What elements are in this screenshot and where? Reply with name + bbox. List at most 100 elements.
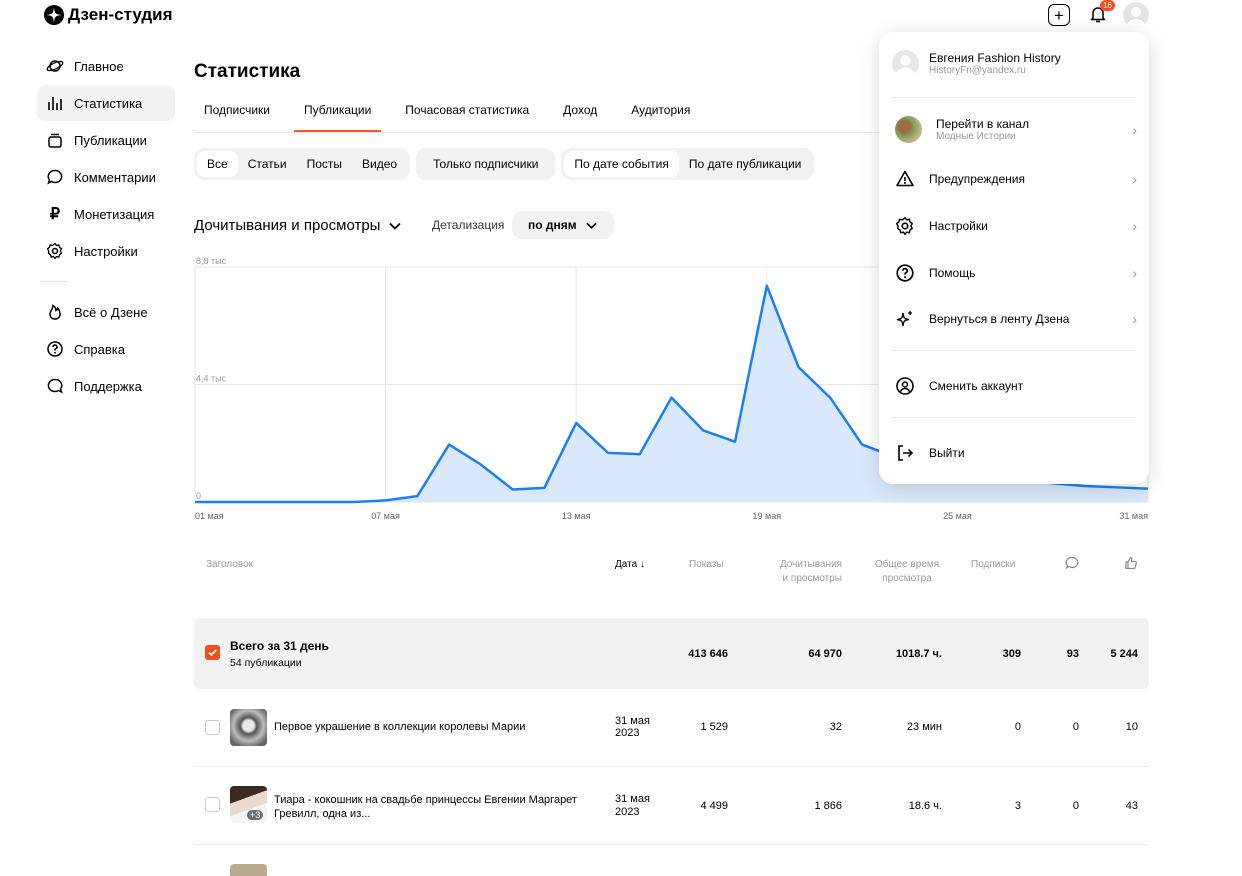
- tab-publications[interactable]: Публикации: [294, 100, 382, 132]
- row-divider: [194, 766, 1149, 767]
- filter-by-event-date[interactable]: По дате события: [564, 151, 679, 177]
- total-subs: 309: [1002, 648, 1021, 660]
- app-logo[interactable]: Дзен-студия: [44, 5, 173, 25]
- table-row[interactable]: Первое украшение в коллекции королевы Ма…: [194, 705, 1149, 749]
- tab-income[interactable]: Доход: [553, 100, 607, 132]
- sidebar-item-help[interactable]: Справка: [37, 331, 175, 367]
- tabs: Подписчики Публикации Почасовая статисти…: [194, 100, 714, 132]
- header-shows[interactable]: Показы: [689, 558, 724, 572]
- sidebar-item-monetization[interactable]: ₽ Монетизация: [37, 196, 175, 232]
- chevron-down-icon: [585, 222, 597, 229]
- filter-only-subscribers[interactable]: Только подписчики: [419, 151, 552, 177]
- plus-icon: +: [1054, 5, 1064, 25]
- sidebar-item-statistics[interactable]: Статистика: [37, 85, 175, 121]
- filter-all[interactable]: Все: [197, 151, 238, 177]
- filter-by-publication-date[interactable]: По дате публикации: [679, 151, 812, 177]
- gear-icon: [46, 242, 64, 260]
- header-title[interactable]: Заголовок: [206, 558, 253, 572]
- warning-icon: [896, 170, 914, 187]
- total-reads: 64 970: [808, 648, 842, 660]
- row-reads: 32: [829, 721, 842, 733]
- avatar-placeholder-icon: [895, 55, 916, 77]
- menu-divider: [892, 417, 1136, 418]
- detail-dropdown[interactable]: по дням: [512, 211, 614, 239]
- notifications-button[interactable]: 16: [1088, 0, 1115, 26]
- table-total-row: Всего за 31 день 54 публикации 413 646 6…: [194, 618, 1149, 689]
- menu-item-back-to-feed[interactable]: Вернуться в ленту Дзена ›: [895, 309, 1137, 329]
- menu-item-label: Настройки: [929, 219, 988, 233]
- header-time-line1: Общее время: [874, 559, 940, 570]
- row-title[interactable]: Первое украшение в коллекции королевы Ма…: [274, 721, 525, 733]
- ruble-icon: ₽: [49, 206, 61, 223]
- row-date: 31 мая 2023: [615, 715, 650, 739]
- sidebar-item-label: Настройки: [74, 243, 138, 259]
- row-title[interactable]: Тиара - кокошник на свадьбе принцессы Ев…: [274, 793, 577, 821]
- tab-audience[interactable]: Аудитория: [621, 100, 700, 132]
- menu-item-label: Помощь: [929, 266, 976, 280]
- sidebar-item-label: Публикации: [74, 132, 147, 148]
- row-date-year: 2023: [615, 727, 640, 739]
- filter-articles[interactable]: Статьи: [238, 151, 297, 177]
- metric-selector[interactable]: Дочитывания и просмотры: [194, 217, 402, 234]
- row-checkbox[interactable]: [205, 720, 220, 735]
- detail-value: по дням: [528, 218, 577, 232]
- sidebar-item-about-zen[interactable]: Всё о Дзене: [37, 294, 175, 330]
- tab-subscribers[interactable]: Подписчики: [194, 100, 280, 132]
- header-reads[interactable]: Дочитывания и просмотры: [774, 558, 842, 586]
- zen-logo-icon: [44, 5, 64, 25]
- thumbnail-count-badge: +3: [247, 810, 264, 820]
- date-filter-group: По дате события По дате публикации: [561, 148, 815, 180]
- total-subtitle: 54 публикации: [230, 657, 302, 669]
- sidebar-item-settings[interactable]: Настройки: [37, 233, 175, 269]
- user-avatar[interactable]: [1123, 2, 1149, 28]
- avatar-placeholder-icon: [1126, 7, 1146, 28]
- account-avatar: [892, 50, 919, 77]
- sidebar-item-comments[interactable]: Комментарии: [37, 159, 175, 195]
- total-likes: 5 244: [1110, 648, 1138, 660]
- sidebar-item-label: Всё о Дзене: [74, 304, 148, 320]
- account-circle-icon: [896, 377, 914, 395]
- check-icon: [208, 649, 217, 657]
- row-checkbox[interactable]: [205, 797, 220, 812]
- account-menu: Евгения Fashion History HistoryFn@yandex…: [879, 32, 1149, 484]
- header-date[interactable]: Дата ↓: [615, 558, 645, 572]
- header-reads-line1: Дочитывания: [779, 559, 842, 570]
- sidebar-item-main[interactable]: Главное: [37, 48, 175, 84]
- metric-label: Дочитывания и просмотры: [194, 217, 381, 234]
- menu-divider: [892, 97, 1136, 98]
- flame-icon: [46, 303, 64, 321]
- chevron-right-icon: ›: [1132, 218, 1137, 234]
- sidebar-item-label: Главное: [74, 58, 124, 74]
- menu-item-go-to-channel[interactable]: Перейти в канал Модные Истории ›: [895, 116, 1137, 143]
- menu-item-logout[interactable]: Выйти: [895, 443, 1137, 463]
- row-reads: 1 866: [814, 800, 842, 812]
- header-likes[interactable]: [1124, 556, 1138, 575]
- y-tick-label: 8,8 тыс: [196, 256, 227, 266]
- logout-icon: [898, 445, 914, 461]
- menu-item-warnings[interactable]: Предупреждения ›: [895, 169, 1137, 189]
- x-tick-label: 19 мая: [753, 511, 782, 521]
- menu-item-settings[interactable]: Настройки ›: [895, 216, 1137, 236]
- header-date-label: Дата: [615, 559, 638, 570]
- filter-video[interactable]: Видео: [352, 151, 407, 177]
- menu-item-switch-account[interactable]: Сменить аккаунт: [895, 376, 1137, 396]
- tab-hourly[interactable]: Почасовая статистика: [395, 100, 539, 132]
- total-comments: 93: [1066, 648, 1079, 660]
- header-time[interactable]: Общее время просмотра: [870, 558, 944, 586]
- create-button[interactable]: +: [1048, 4, 1070, 26]
- row-time: 18.6 ч.: [908, 800, 942, 812]
- menu-item-help[interactable]: Помощь ›: [895, 263, 1137, 283]
- header-comments[interactable]: [1065, 556, 1079, 575]
- type-filter-group: Все Статьи Посты Видео: [194, 148, 411, 180]
- detail-label: Детализация: [432, 218, 505, 232]
- select-all-checkbox[interactable]: [205, 645, 220, 660]
- sidebar-item-support[interactable]: Поддержка: [37, 368, 175, 404]
- planet-icon: [46, 57, 64, 75]
- menu-item-label: Вернуться в ленту Дзена: [929, 312, 1070, 326]
- filter-posts[interactable]: Посты: [297, 151, 352, 177]
- row-likes: 43: [1125, 800, 1138, 812]
- sidebar-item-publications[interactable]: Публикации: [37, 122, 175, 158]
- chevron-down-icon: [389, 222, 402, 230]
- table-row[interactable]: +3 Тиара - кокошник на свадьбе принцессы…: [194, 786, 1149, 826]
- header-subs[interactable]: Подписки: [971, 558, 1015, 572]
